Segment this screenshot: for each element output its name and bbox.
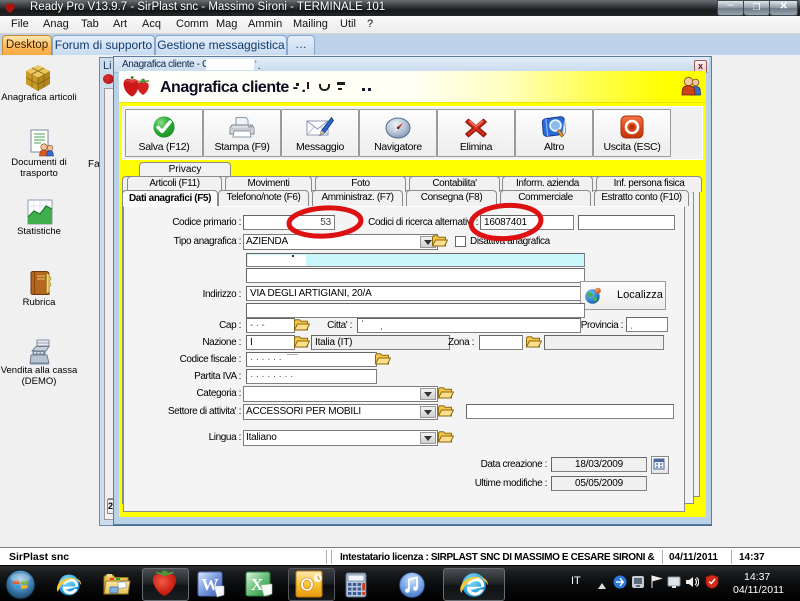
svg-text:O: O	[300, 575, 314, 595]
svg-text:X: X	[251, 575, 264, 594]
